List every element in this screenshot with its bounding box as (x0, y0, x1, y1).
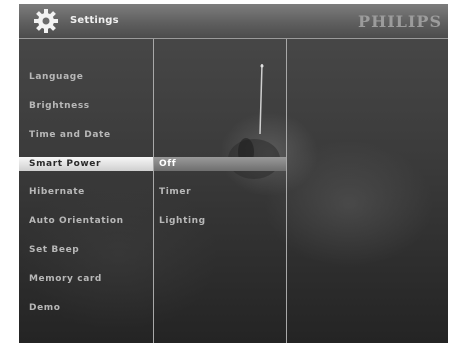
menu-item-smart-power[interactable]: Smart Power (19, 157, 153, 171)
header-bar: Settings PHILIPS (19, 4, 448, 39)
page-title: Settings (70, 15, 119, 26)
column-divider (286, 39, 287, 343)
menu-item-time-and-date[interactable]: Time and Date (19, 128, 153, 142)
menu-item-language[interactable]: Language (19, 70, 153, 84)
brand-logo: PHILIPS (358, 12, 442, 31)
submenu-item-timer[interactable]: Timer (154, 185, 286, 199)
gear-icon (34, 9, 58, 33)
menu-item-auto-orientation[interactable]: Auto Orientation (19, 214, 153, 228)
menu-item-brightness[interactable]: Brightness (19, 99, 153, 113)
submenu-item-lighting[interactable]: Lighting (154, 214, 286, 228)
device-screen: Settings PHILIPS Language Brightness Tim… (19, 4, 448, 343)
menu-item-set-beep[interactable]: Set Beep (19, 243, 153, 257)
menu-item-memory-card[interactable]: Memory card (19, 272, 153, 286)
menu-item-hibernate[interactable]: Hibernate (19, 185, 153, 199)
submenu-item-off[interactable]: Off (154, 157, 286, 171)
menu-item-demo[interactable]: Demo (19, 301, 153, 315)
